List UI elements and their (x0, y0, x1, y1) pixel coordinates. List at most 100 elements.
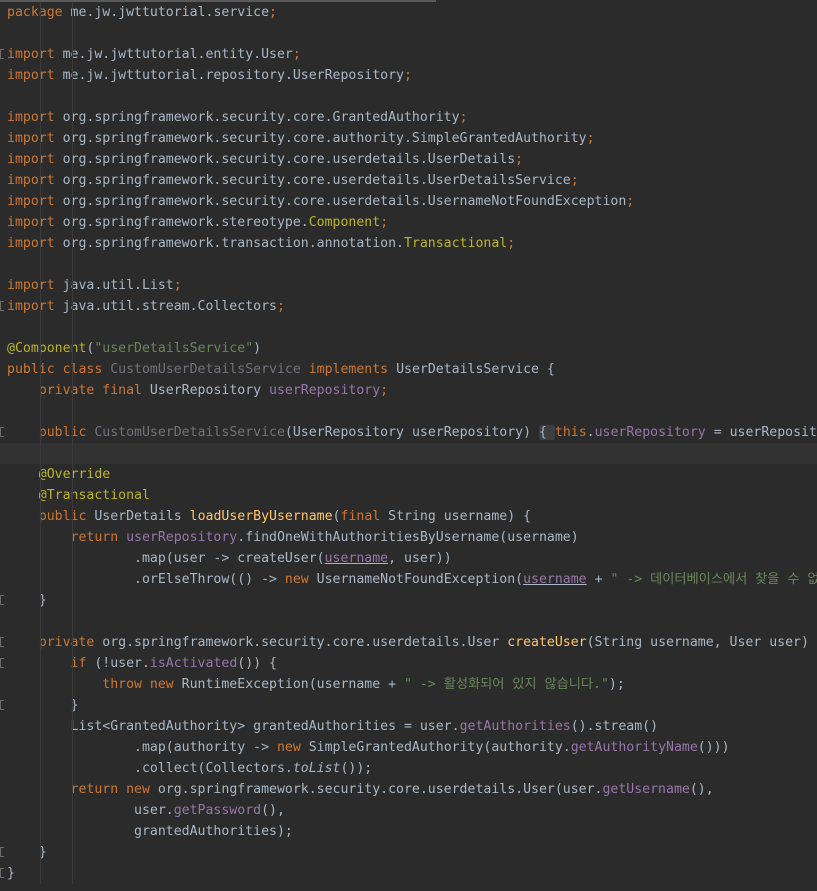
code-line[interactable]: import org.springframework.security.core… (0, 170, 817, 191)
code-line[interactable]: throw new RuntimeException(username + " … (0, 674, 817, 695)
indent-guide (72, 233, 73, 254)
indent-guide (72, 737, 73, 758)
code-line[interactable]: } (0, 863, 817, 884)
code-token: ; (507, 236, 516, 251)
code-line[interactable]: import java.util.List; (0, 275, 817, 296)
code-line[interactable]: List<GrantedAuthority> grantedAuthoritie… (0, 716, 817, 737)
code-line[interactable]: private final UserRepository userReposit… (0, 380, 817, 401)
code-line[interactable] (0, 23, 817, 44)
code-line[interactable]: user.getPassword(), (0, 800, 817, 821)
fold-marker-icon[interactable] (0, 301, 4, 311)
code-line[interactable]: private org.springframework.security.cor… (0, 632, 817, 653)
code-line[interactable] (0, 254, 817, 275)
code-line[interactable]: } (0, 842, 817, 863)
code-editor[interactable]: package me.jw.jwttutorial.service; import… (0, 0, 817, 891)
indent-guide (72, 212, 73, 233)
code-line[interactable]: } (0, 590, 817, 611)
fold-marker-icon[interactable] (0, 700, 4, 710)
indent-guide (72, 296, 73, 317)
code-line[interactable]: .orElseThrow(() -> new UsernameNotFoundE… (0, 569, 817, 590)
code-line[interactable]: import org.springframework.security.core… (0, 191, 817, 212)
indent-guide (40, 611, 41, 632)
indent-guide (40, 44, 41, 65)
code-line[interactable]: import org.springframework.security.core… (0, 149, 817, 170)
fold-marker-icon[interactable] (0, 658, 4, 668)
code-token: org.springframework.security.core.Grante… (62, 110, 460, 125)
code-token: } (7, 698, 79, 713)
indent-guide (72, 443, 73, 464)
indent-guide (72, 695, 73, 716)
code-lines: package me.jw.jwttutorial.service; import… (0, 2, 817, 884)
code-line[interactable]: package me.jw.jwttutorial.service; (0, 2, 817, 23)
indent-guide (72, 758, 73, 779)
indent-guide (40, 443, 41, 464)
fold-marker-icon[interactable] (0, 595, 4, 605)
code-line[interactable] (0, 611, 817, 632)
code-line[interactable]: import org.springframework.transaction.a… (0, 233, 817, 254)
fold-marker-icon[interactable] (0, 868, 4, 878)
indent-guide (72, 716, 73, 737)
code-line[interactable] (0, 401, 817, 422)
code-line[interactable]: return new org.springframework.security.… (0, 779, 817, 800)
indent-guide (72, 275, 73, 296)
indent-guide (72, 191, 73, 212)
code-token: String username) { (388, 509, 532, 524)
code-line[interactable] (0, 317, 817, 338)
code-token: getAuthorities (459, 719, 571, 734)
code-line[interactable]: grantedAuthorities); (0, 821, 817, 842)
code-line[interactable]: return userRepository.findOneWithAuthori… (0, 527, 817, 548)
code-line[interactable]: import org.springframework.security.core… (0, 128, 817, 149)
indent-guide (72, 254, 73, 275)
code-line[interactable]: import org.springframework.security.core… (0, 107, 817, 128)
fold-marker-icon[interactable] (0, 427, 4, 437)
indent-guide (40, 107, 41, 128)
code-token: List<GrantedAuthority> grantedAuthoritie… (7, 719, 460, 734)
indent-guide (40, 800, 41, 821)
code-token: import (7, 110, 63, 125)
code-token: UserDetails (94, 509, 190, 524)
code-line[interactable]: import org.springframework.stereotype.Co… (0, 212, 817, 233)
code-token: CustomUserDetailsService (110, 362, 309, 377)
code-token: org.springframework.security.core.userde… (157, 782, 603, 797)
code-token: public (7, 509, 95, 524)
code-line[interactable]: .collect(Collectors.toList()); (0, 758, 817, 779)
indent-guide (40, 317, 41, 338)
indent-guide (40, 485, 41, 506)
code-line[interactable]: public CustomUserDetailsService(UserRepo… (0, 422, 817, 443)
code-line[interactable]: @Override (0, 464, 817, 485)
indent-guide (72, 611, 73, 632)
fold-marker-icon[interactable] (0, 637, 4, 647)
code-line[interactable] (0, 443, 817, 464)
code-line[interactable]: if (!user.isActivated()) { (0, 653, 817, 674)
indent-guide (72, 821, 73, 842)
indent-guide (72, 401, 73, 422)
code-line[interactable]: import java.util.stream.Collectors; (0, 296, 817, 317)
indent-guide (40, 695, 41, 716)
code-line[interactable]: .map(user -> createUser(username, user)) (0, 548, 817, 569)
code-line[interactable]: @Component("userDetailsService") (0, 338, 817, 359)
code-token: org.springframework.security.core.userde… (62, 194, 627, 209)
code-line[interactable]: .map(authority -> new SimpleGrantedAutho… (0, 737, 817, 758)
code-line[interactable]: import me.jw.jwttutorial.entity.User; (0, 44, 817, 65)
indent-guide (72, 485, 73, 506)
code-token: final (340, 509, 389, 524)
code-token: (), (689, 782, 714, 797)
code-line[interactable]: @Transactional (0, 485, 817, 506)
fold-marker-icon[interactable] (0, 847, 4, 857)
code-token: (!user. (94, 656, 150, 671)
code-line[interactable] (0, 86, 817, 107)
code-line[interactable]: public class CustomUserDetailsService im… (0, 359, 817, 380)
indent-guide (40, 149, 41, 170)
code-token: java.util.stream.Collectors (62, 299, 277, 314)
code-token: getPassword (173, 803, 262, 818)
code-token: this (554, 425, 587, 440)
code-token: ( (332, 509, 341, 524)
code-line[interactable]: } (0, 695, 817, 716)
code-token: username (324, 551, 389, 566)
indent-guide (72, 632, 73, 653)
indent-guide (40, 779, 41, 800)
code-line[interactable]: import me.jw.jwttutorial.repository.User… (0, 65, 817, 86)
indent-guide (40, 842, 41, 863)
fold-marker-icon[interactable] (0, 49, 4, 59)
code-line[interactable]: public UserDetails loadUserByUsername(fi… (0, 506, 817, 527)
